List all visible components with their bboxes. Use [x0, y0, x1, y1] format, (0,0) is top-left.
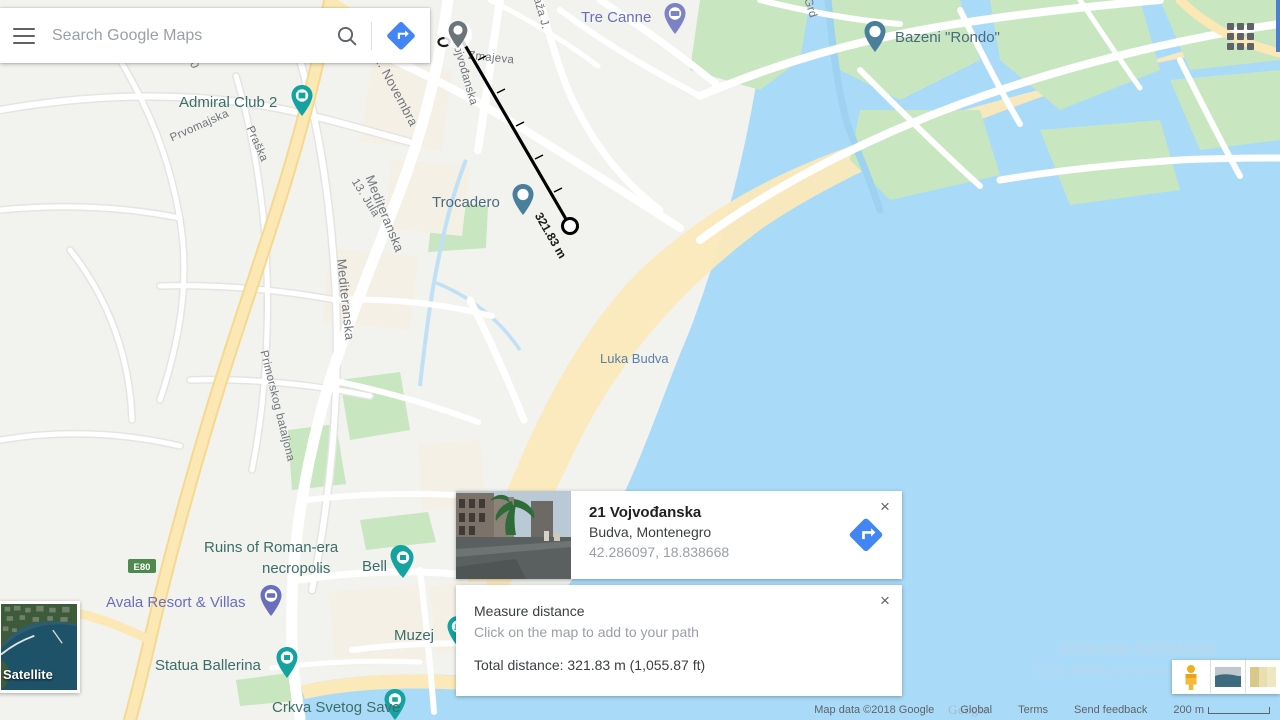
place-coordinates: 42.286097, 18.838668: [589, 544, 730, 560]
attribution-link-send-feedback[interactable]: Send feedback: [1074, 704, 1147, 716]
road-shield-e80: E80: [128, 559, 156, 573]
satellite-layer-icon: [1215, 667, 1241, 687]
attribution-link-global[interactable]: Global: [960, 704, 992, 716]
right-edge-accent: [1276, 0, 1280, 52]
search-button[interactable]: [323, 8, 371, 63]
street-view-image: [456, 491, 571, 579]
measure-card-hint: Click on the map to add to your path: [474, 624, 699, 640]
satellite-view-toggle[interactable]: Satellite: [0, 601, 80, 693]
attribution-bar: Map data ©2018 Google Global Terms Send …: [0, 700, 1280, 720]
apps-grid-icon[interactable]: [1222, 18, 1258, 54]
search-input[interactable]: [48, 8, 323, 63]
directions-icon: [387, 21, 415, 50]
satellite-toggle-label: Satellite: [3, 667, 53, 682]
measure-total-distance: Total distance: 321.83 m (1,055.87 ft): [474, 657, 706, 673]
place-subtitle: Budva, Montenegro: [589, 524, 712, 540]
terrain-layer-icon: [1250, 667, 1276, 687]
pegman-figure-icon: [1185, 665, 1197, 690]
poi-pin-admiral-club-2[interactable]: [289, 84, 315, 118]
attribution-link-terms[interactable]: Terms: [1018, 704, 1048, 716]
map-data-attribution: Map data ©2018 Google: [814, 704, 935, 716]
scale-label: 200 m: [1173, 704, 1204, 716]
poi-pin-statua-ballerina[interactable]: [274, 646, 300, 680]
google-maps-app: E80 Prvomajska Praška 22. Novembra Vojvo…: [0, 0, 1280, 720]
directions-button[interactable]: [372, 8, 430, 63]
poi-pin-tre-canne[interactable]: [662, 2, 688, 36]
poi-pin-trocadero[interactable]: [510, 183, 536, 217]
layer-satellite-thumb[interactable]: [1211, 660, 1245, 694]
pegman-icon[interactable]: [1172, 660, 1210, 694]
directions-icon: [849, 518, 883, 552]
map-controls-bar: [1172, 660, 1280, 694]
poi-pin-bazeni-rondo[interactable]: [862, 20, 888, 54]
search-icon: [337, 26, 357, 45]
svg-text:E80: E80: [134, 562, 151, 573]
layer-terrain-thumb[interactable]: [1246, 660, 1280, 694]
measure-card-title: Measure distance: [474, 603, 585, 619]
measure-card-close-button[interactable]: ×: [874, 589, 896, 611]
poi-pin-avala-resort[interactable]: [258, 584, 284, 618]
place-card-close-button[interactable]: ×: [874, 495, 896, 517]
place-text-block: 21 Vojvođanska Budva, Montenegro 42.2860…: [571, 491, 830, 579]
map-scale-bar: 200 m: [1173, 704, 1270, 716]
place-title: 21 Vojvođanska: [589, 504, 702, 521]
search-bar: [0, 8, 430, 63]
hamburger-menu-icon[interactable]: [0, 8, 48, 63]
scale-line: [1208, 706, 1270, 714]
street-view-thumbnail[interactable]: [456, 491, 571, 579]
poi-pin-bell[interactable]: [390, 546, 416, 580]
place-info-card[interactable]: 21 Vojvođanska Budva, Montenegro 42.2860…: [456, 491, 902, 579]
measure-distance-card: Measure distance Click on the map to add…: [456, 585, 902, 696]
